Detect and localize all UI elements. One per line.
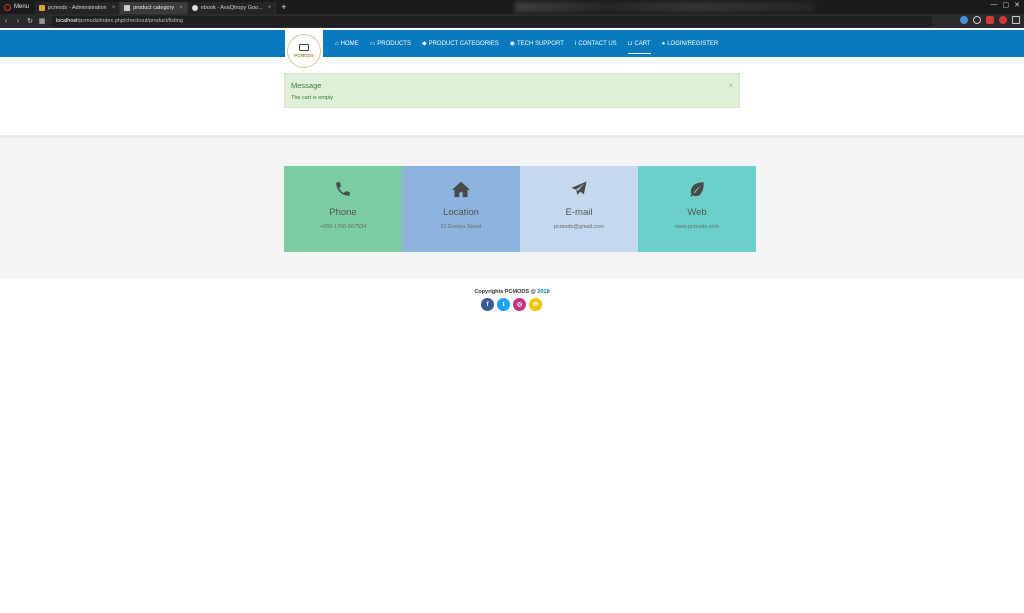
- blurred-region: [515, 2, 815, 12]
- card-title: Phone: [329, 207, 357, 218]
- nav-label: HOME: [340, 40, 359, 47]
- copyright-year: 2018: [537, 289, 550, 295]
- facebook-icon[interactable]: f: [481, 298, 494, 311]
- back-icon[interactable]: ‹: [0, 18, 12, 25]
- contact-card-web: Web www.pcmods.com: [638, 166, 756, 252]
- tab-label: product category: [133, 5, 175, 11]
- copyright-prefix: Copyrights PCMODS @: [474, 289, 538, 295]
- card-detail: www.pcmods.com: [674, 224, 720, 230]
- phone-icon: [336, 182, 350, 196]
- maximize-icon[interactable]: ▢: [1003, 1, 1010, 9]
- paper-plane-icon: [571, 181, 587, 195]
- nav-products[interactable]: ▭ PRODUCTS: [370, 30, 411, 57]
- nav-label: CONTACT US: [578, 40, 617, 47]
- close-icon[interactable]: ✕: [1014, 1, 1020, 9]
- tab-close-icon[interactable]: ×: [179, 5, 183, 11]
- home-icon: ⌂: [335, 40, 339, 47]
- instagram-icon[interactable]: ◎: [513, 298, 526, 311]
- extension-icon[interactable]: [999, 16, 1007, 24]
- close-icon[interactable]: ×: [728, 81, 733, 90]
- card-detail: +960-1700-567534: [319, 224, 367, 230]
- contact-card-location: Location 52 Exmou Street: [402, 166, 520, 252]
- speed-dial-icon[interactable]: ▦: [36, 17, 48, 25]
- url-path: /pcmods/index.php/checkout/product/listi…: [77, 18, 183, 24]
- cart-icon: ⊔: [627, 41, 633, 47]
- heart-icon[interactable]: [973, 16, 981, 24]
- browser-menu-button[interactable]: Menu: [0, 0, 35, 14]
- alert-title: Message: [291, 81, 322, 90]
- nav-label: CART: [634, 40, 651, 47]
- nav-login-register[interactable]: ● LOGIN/REGISTER: [662, 30, 719, 57]
- browser-menu-label: Menu: [14, 4, 30, 10]
- twitter-icon[interactable]: t: [497, 298, 510, 311]
- nav-cart[interactable]: ⊔ CART: [627, 30, 651, 57]
- card-detail: 52 Exmou Street: [440, 224, 482, 230]
- opera-logo-icon: [4, 3, 11, 11]
- window-controls: — ▢ ✕: [991, 1, 1021, 9]
- tab-favicon-icon: [124, 5, 131, 11]
- tab-close-icon[interactable]: ×: [268, 5, 272, 11]
- address-bar-extensions: [960, 16, 1020, 24]
- cart-message-alert: Message The cart is empty ×: [284, 73, 740, 108]
- nav-home[interactable]: ⌂ HOME: [335, 30, 359, 57]
- browser-tab[interactable]: pcmods - Administration ×: [35, 2, 121, 14]
- tab-label: pcmods - Administration: [48, 5, 107, 11]
- tab-close-icon[interactable]: ×: [112, 5, 116, 11]
- tab-favicon-icon: [191, 5, 198, 11]
- forward-icon[interactable]: ›: [12, 18, 24, 25]
- contact-card-email: E-mail pcmods@gmail.com: [520, 166, 638, 252]
- download-icon[interactable]: [1012, 16, 1020, 24]
- logo-text: PCMODS: [294, 53, 314, 58]
- monitor-icon: [299, 44, 309, 51]
- nav-label: PRODUCTS: [377, 40, 411, 47]
- tab-favicon-icon: [39, 5, 46, 11]
- nav-label: LOGIN/REGISTER: [667, 40, 719, 47]
- nav-label: TECH SUPPORT: [516, 40, 564, 47]
- laptop-icon: ▭: [369, 41, 376, 47]
- email-icon[interactable]: ✉: [529, 298, 542, 311]
- new-tab-button[interactable]: +: [276, 2, 291, 12]
- minimize-icon[interactable]: —: [991, 1, 998, 9]
- card-title: Web: [687, 207, 707, 218]
- site-logo[interactable]: PCMODS: [285, 30, 323, 72]
- home-icon: [452, 181, 470, 198]
- nav-label: PRODUCT CATEGORIES: [428, 40, 499, 47]
- copyright-text: Copyrights PCMODS @ 2018: [0, 289, 1024, 295]
- vpn-icon[interactable]: [960, 16, 968, 24]
- card-title: E-mail: [565, 207, 593, 218]
- reload-icon[interactable]: ↻: [24, 17, 36, 25]
- browser-tab[interactable]: ebook - AvaQtropy Goo... ×: [187, 2, 277, 14]
- browser-tab-active[interactable]: product category ×: [120, 2, 188, 14]
- adblock-icon[interactable]: [986, 16, 994, 24]
- nav-contact-us[interactable]: i CONTACT US: [575, 30, 617, 57]
- nav-product-categories[interactable]: ◆ PRODUCT CATEGORIES: [422, 30, 499, 57]
- logo-emblem: PCMODS: [287, 34, 321, 68]
- card-title: Location: [443, 207, 479, 218]
- contact-card-phone: Phone +960-1700-567534: [284, 166, 402, 252]
- url-host: localhost: [56, 18, 78, 24]
- browser-address-bar: ‹ › ↻ ▦ localhost /pcmods/index.php/chec…: [0, 14, 1024, 28]
- browser-tab-bar: Menu pcmods - Administration × product c…: [0, 0, 1024, 14]
- tag-icon: ◆: [421, 41, 427, 47]
- social-links: f t ◎ ✉: [481, 298, 542, 311]
- nav-tech-support[interactable]: ◉ TECH SUPPORT: [510, 30, 564, 57]
- alert-text: The cart is empty: [291, 95, 334, 101]
- info-icon: i: [574, 40, 577, 47]
- lifebuoy-icon: ◉: [509, 41, 515, 47]
- card-detail: pcmods@gmail.com: [554, 224, 604, 230]
- tab-label: ebook - AvaQtropy Goo...: [200, 5, 263, 11]
- main-nav: ⌂ HOME ▭ PRODUCTS ◆ PRODUCT CATEGORIES ◉ TEC…: [335, 30, 718, 57]
- url-input[interactable]: localhost /pcmods/index.php/checkout/pro…: [52, 15, 932, 27]
- leaf-icon: [690, 182, 704, 197]
- user-icon: ●: [661, 40, 666, 47]
